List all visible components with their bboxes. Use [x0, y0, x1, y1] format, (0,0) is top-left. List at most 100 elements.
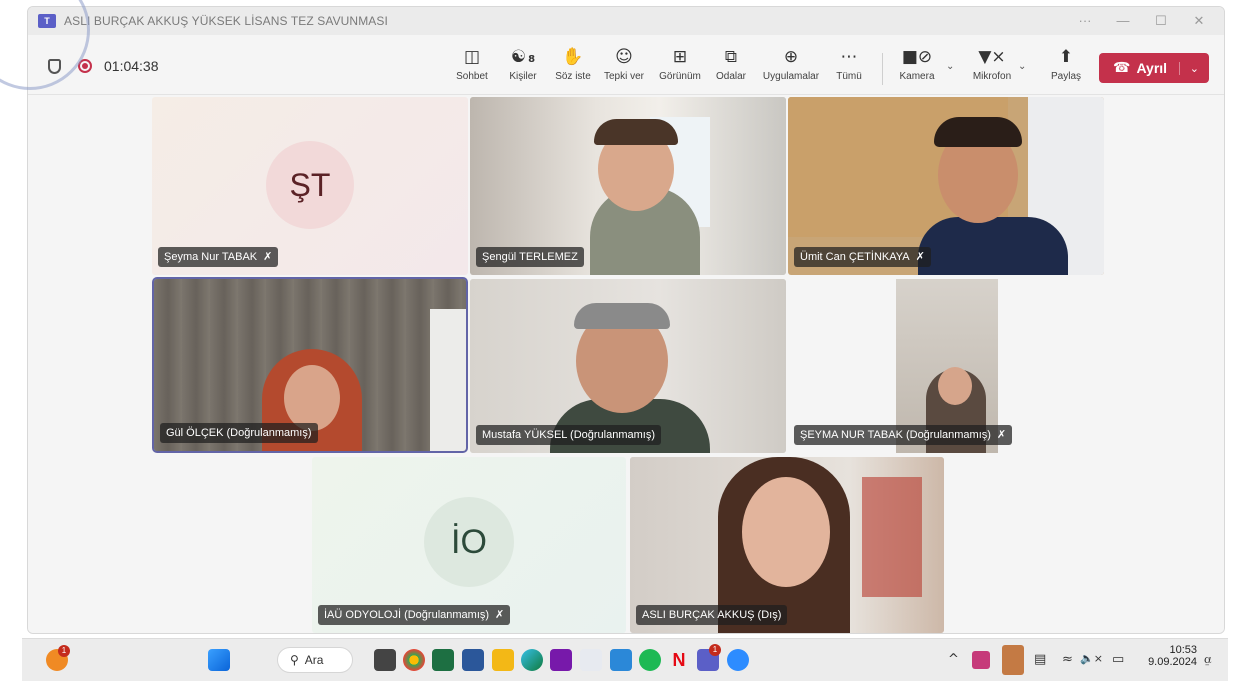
share-icon: ⬆ — [1058, 47, 1074, 67]
participant-name-tag: Mustafa YÜKSEL (Doğrulanmamış) — [476, 425, 662, 445]
leave-options-chevron-icon[interactable]: ⌄ — [1178, 61, 1199, 75]
teams-app-icon: T — [38, 14, 56, 28]
netflix-icon[interactable]: N — [668, 649, 690, 671]
hang-up-icon: ☎ — [1113, 60, 1131, 76]
file-explorer-icon[interactable] — [492, 649, 514, 671]
mic-muted-icon: ▼× — [978, 47, 1006, 67]
windows-taskbar: 1 ⚲ Ara N 1 ^ ▤ ≈ 🔈× ▭ 10:53 9.09.2024 ⍶ — [22, 638, 1228, 681]
person-body — [918, 217, 1068, 275]
system-clock[interactable]: 10:53 9.09.2024 — [1139, 644, 1197, 668]
mic-muted-icon: ✗ — [996, 428, 1007, 441]
search-box[interactable]: ⚲ Ara — [277, 647, 353, 673]
maximize-button[interactable]: ☐ — [1144, 7, 1178, 35]
chat-icon: ◫ — [463, 47, 481, 67]
participant-tile[interactable]: Mustafa YÜKSEL (Doğrulanmamış) — [470, 279, 786, 453]
person-head — [742, 477, 830, 587]
more-actions-button[interactable]: ⋯ Tümü — [831, 45, 867, 91]
zoom-icon[interactable] — [727, 649, 749, 671]
participant-name-tag: ASLI BURÇAK AKKUŞ (Dış) — [636, 605, 788, 625]
participant-tile[interactable]: Şengül TERLEMEZ — [470, 97, 786, 275]
edge-icon[interactable] — [521, 649, 543, 671]
camera-options-chevron-icon[interactable]: ⌄ — [946, 61, 954, 72]
react-button[interactable]: ☺ Tepki ver — [599, 45, 649, 91]
leave-button[interactable]: ☎ Ayrıl ⌄ — [1099, 53, 1209, 83]
battery-icon[interactable]: ▭ — [1112, 652, 1124, 667]
rooms-icon: ⧉ — [724, 47, 738, 67]
avatar-initials: ŞT — [289, 166, 331, 203]
participant-name-tag: İAÜ ODYOLOJİ (Doğrulanmamış) ✗ — [318, 605, 511, 625]
shield-icon[interactable] — [48, 59, 61, 74]
avatar-initials: İO — [451, 522, 487, 561]
hair — [934, 117, 1022, 147]
wifi-icon[interactable]: ≈ — [1062, 652, 1073, 667]
notification-bell-icon[interactable]: ⍶ — [1204, 652, 1212, 667]
person-head — [284, 365, 340, 431]
people-count: 8 — [528, 54, 536, 65]
excel-icon[interactable] — [432, 649, 454, 671]
more-options-button[interactable]: ··· — [1068, 7, 1102, 35]
onenote-icon[interactable] — [550, 649, 572, 671]
spotify-icon[interactable] — [639, 649, 661, 671]
chrome-icon[interactable] — [403, 649, 425, 671]
meeting-timer: 01:04:38 — [104, 58, 159, 74]
show-hidden-icons-chevron-icon[interactable]: ^ — [948, 652, 959, 667]
screen: T ASLI BURÇAK AKKUŞ YÜKSEK LİSANS TEZ SA… — [0, 0, 1250, 681]
toolbar-divider — [882, 53, 883, 85]
chat-button[interactable]: ◫ Sohbet — [448, 45, 496, 91]
avatar: İO — [424, 497, 514, 587]
share-button[interactable]: ⬆ Paylaş — [1043, 45, 1089, 91]
view-button[interactable]: ⊞ Görünüm — [652, 45, 708, 91]
window-title: ASLI BURÇAK AKKUŞ YÜKSEK LİSANS TEZ SAVU… — [64, 14, 388, 28]
grid-view-icon: ⊞ — [672, 47, 688, 67]
rooms-button[interactable]: ⧉ Odalar — [711, 45, 751, 91]
window-controls: ··· — ☐ ✕ — [1068, 7, 1216, 35]
network-app-icon[interactable] — [580, 649, 602, 671]
people-icon: ☯ 8 — [510, 47, 536, 67]
phone-link-icon[interactable] — [610, 649, 632, 671]
avatar: ŞT — [266, 141, 354, 229]
raise-hand-button[interactable]: ✋ Söz iste — [550, 45, 596, 91]
ellipsis-icon: ⋯ — [840, 47, 858, 67]
participant-tile[interactable]: Gül ÖLÇEK (Doğrulanmamış) — [152, 277, 468, 453]
person-head — [938, 367, 972, 405]
participant-tile[interactable]: ASLI BURÇAK AKKUŞ (Dış) — [630, 457, 944, 633]
mic-options-chevron-icon[interactable]: ⌄ — [1018, 61, 1026, 72]
search-icon: ⚲ — [290, 653, 299, 667]
participant-name-tag: Gül ÖLÇEK (Doğrulanmamış) — [160, 423, 318, 443]
mic-button[interactable]: ▼× Mikrofon — [964, 45, 1020, 91]
task-view-icon[interactable] — [374, 649, 396, 671]
hair — [594, 119, 678, 145]
add-app-icon: ⊕ — [783, 47, 799, 67]
people-button[interactable]: ☯ 8 Kişiler — [498, 45, 548, 91]
close-button[interactable]: ✕ — [1182, 7, 1216, 35]
teams-meeting-window: T ASLI BURÇAK AKKUŞ YÜKSEK LİSANS TEZ SA… — [27, 6, 1225, 634]
participant-tile[interactable]: Ümit Can ÇETİNKAYA ✗ — [788, 97, 1104, 275]
meeting-toolbar: 01:04:38 ◫ Sohbet ☯ 8 Kişiler ✋ Söz iste … — [28, 35, 1224, 95]
minimize-button[interactable]: — — [1106, 7, 1140, 35]
participant-tile[interactable]: ŞT Şeyma Nur TABAK ✗ — [152, 97, 468, 275]
camera-off-icon: ■⊘ — [901, 47, 933, 67]
participant-name-tag: Ümit Can ÇETİNKAYA ✗ — [794, 247, 931, 267]
leave-label: Ayrıl — [1136, 60, 1168, 76]
participant-name-tag: ŞEYMA NUR TABAK (Doğrulanmamış) ✗ — [794, 425, 1013, 445]
notification-badge: 1 — [709, 644, 721, 656]
video-gallery: ŞT Şeyma Nur TABAK ✗ Şengül TERLEMEZ Ümi… — [28, 95, 1224, 633]
tray-display-icon[interactable]: ▤ — [1034, 652, 1046, 667]
camera-button[interactable]: ■⊘ Kamera — [894, 45, 940, 91]
volume-muted-icon[interactable]: 🔈× — [1080, 652, 1103, 665]
mic-muted-icon: ✗ — [495, 608, 505, 621]
word-icon[interactable] — [462, 649, 484, 671]
smiley-icon: ☺ — [615, 47, 633, 67]
microphone-in-use-icon[interactable] — [1002, 645, 1024, 675]
mic-muted-icon: ✗ — [915, 250, 925, 263]
hand-icon: ✋ — [562, 47, 584, 67]
apps-button[interactable]: ⊕ Uygulamalar — [758, 45, 824, 91]
notification-badge: 1 — [58, 645, 70, 657]
hair — [574, 303, 670, 329]
participant-tile[interactable]: İO İAÜ ODYOLOJİ (Doğrulanmamış) ✗ — [312, 457, 626, 633]
participant-tile[interactable]: ŞEYMA NUR TABAK (Doğrulanmamış) ✗ — [788, 279, 1104, 453]
tray-app-icon[interactable] — [972, 651, 990, 669]
start-menu-icon[interactable] — [208, 649, 230, 671]
participant-name-tag: Şengül TERLEMEZ — [476, 247, 584, 267]
door — [430, 309, 466, 451]
